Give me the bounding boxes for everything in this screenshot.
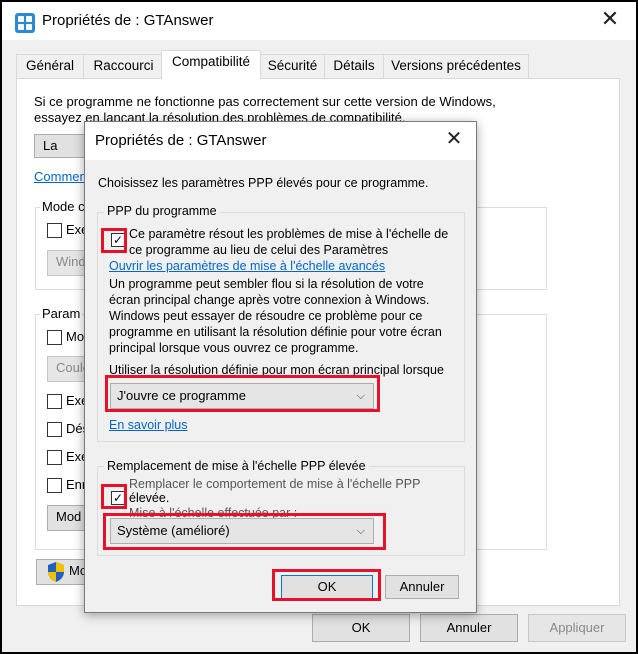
tab-general[interactable]: Général [16, 54, 84, 78]
app-icon [15, 13, 35, 33]
main-window-title: Propriétés de : GTAnswer [42, 12, 214, 29]
setting-checkbox-2[interactable] [47, 394, 62, 409]
tab-versions-precedentes[interactable]: Versions précédentes [383, 54, 529, 78]
main-close-icon[interactable]: ✕ [598, 8, 622, 32]
program-dpi-group-label: PPP du programme [104, 204, 220, 218]
setting-checkbox-1[interactable] [47, 330, 62, 345]
setting-checkbox-4[interactable] [47, 450, 62, 465]
dialog-titlebar: Propriétés de : GTAnswer ✕ [85, 122, 476, 160]
setting-label-1: Mo [66, 329, 85, 344]
override-checkbox-line1: Remplacer le comportement de mise à l'éc… [129, 477, 421, 491]
tab-securite[interactable]: Sécurité [260, 54, 325, 78]
compat-help-link[interactable]: Commen [34, 169, 87, 184]
highlight-override-checkbox [101, 484, 127, 509]
main-cancel-button[interactable]: Annuler [420, 614, 518, 642]
tab-compatibilite[interactable]: Compatibilité [161, 50, 261, 79]
dpi-description-line1: Un programme peut sembler flou si la rés… [109, 277, 424, 291]
main-titlebar: Propriétés de : GTAnswer ✕ [2, 2, 636, 40]
dpi-description-line3: Windows peut essayer de résoudre ce prob… [109, 309, 423, 323]
main-apply-button[interactable]: Appliquer [528, 614, 626, 642]
advanced-scaling-link[interactable]: Ouvrir les paramètres de mise à l'échell… [109, 259, 385, 273]
dialog-cancel-button[interactable]: Annuler [385, 575, 459, 599]
dialog-close-icon[interactable]: ✕ [442, 128, 466, 152]
dialog-intro-text: Choisissez les paramètres PPP élevés pou… [98, 176, 429, 190]
setting-checkbox-3[interactable] [47, 422, 62, 437]
tab-raccourci[interactable]: Raccourci [83, 54, 164, 78]
dpi-description-line5: principal lorsque vous ouvrez ce program… [109, 341, 359, 355]
compat-mode-checkbox[interactable] [47, 223, 62, 238]
program-dpi-checkbox-line2: ce programme au lieu de celui des Paramè… [129, 243, 389, 257]
dpi-description-line4: programme en utilisant la résolution déf… [109, 325, 442, 339]
override-checkbox-line2: élevée. [129, 491, 170, 505]
highlight-program-dpi-checkbox [101, 228, 127, 253]
highlight-ok-button [272, 569, 381, 601]
dialog-title: Propriétés de : GTAnswer [95, 132, 267, 149]
tab-details[interactable]: Détails [324, 54, 384, 78]
compat-mode-group-label: Mode c [40, 199, 87, 214]
setting-checkbox-5[interactable] [47, 478, 62, 493]
compat-intro-line1: Si ce programme ne fonctionne pas correc… [34, 94, 496, 109]
program-dpi-checkbox-line1: Ce paramètre résout les problèmes de mis… [129, 227, 449, 241]
dpi-description-line2: écran principal change après votre conne… [109, 293, 430, 307]
learn-more-link[interactable]: En savoir plus [109, 418, 188, 432]
highlight-resolution-select [105, 375, 380, 412]
dpi-override-group-label: Remplacement de mise à l'échelle PPP éle… [104, 459, 369, 473]
highlight-scaling-select [103, 513, 386, 550]
settings-group-label: Param [40, 306, 83, 321]
uac-shield-icon [48, 562, 64, 582]
main-ok-button[interactable]: OK [312, 614, 410, 642]
